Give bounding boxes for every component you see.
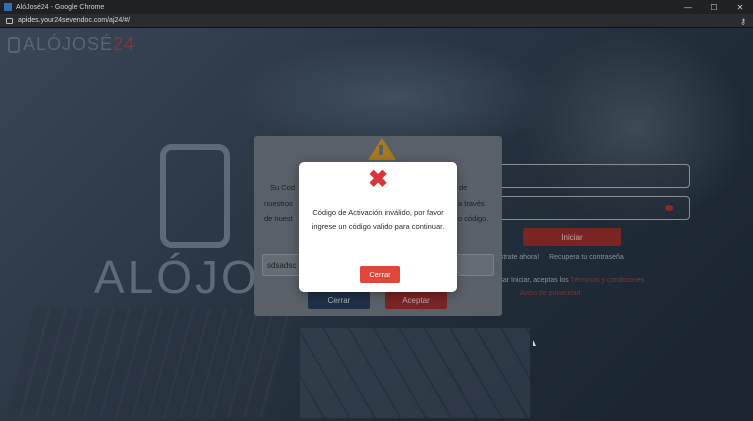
activation-text: nuestros [264,199,293,208]
browser-titlebar: AlóJosé24 - Google Chrome — ☐ ✕ [0,0,753,14]
minimize-button[interactable]: — [675,0,701,14]
close-window-button[interactable]: ✕ [727,0,753,14]
activation-accept-button[interactable]: Aceptar [385,291,447,309]
favicon-icon [4,3,12,11]
window-controls: — ☐ ✕ [675,0,753,14]
page-viewport: ALÓJOSÉ 24 ALÓJOSÉ Iniciar ...strate aho… [0,28,753,421]
terms-link[interactable]: Términos y condiciones [570,277,644,284]
activation-text: de nuest [264,214,293,223]
terms-prefix: ...lsar Iniciar, aceptas los [492,277,569,284]
address-bar[interactable]: apides.your24sevendoc.com/aj24/#/ ⚷ [0,14,753,28]
login-button[interactable]: Iniciar [523,228,621,246]
error-message: Código de Activación inválido, por favor… [311,208,445,231]
site-logo-text: ALÓJOSÉ [23,34,114,54]
username-input[interactable] [496,164,690,188]
error-dialog: ✖ Código de Activación inválido, por fav… [299,162,457,292]
site-logo: ALÓJOSÉ 24 [8,34,135,55]
warning-mark [379,145,383,155]
key-icon[interactable]: ⚷ [740,17,746,26]
lock-icon[interactable] [6,17,13,24]
privacy-link[interactable]: Aviso de privacidad [520,290,581,297]
background-keyboard [5,308,295,418]
activation-cancel-button[interactable]: Cerrar [308,291,370,309]
activation-text: o código. [458,214,489,223]
maximize-button[interactable]: ☐ [701,0,727,14]
site-logo-suffix: 24 [113,34,136,54]
password-input[interactable] [496,196,690,220]
eye-icon[interactable] [665,205,673,211]
recover-password-link[interactable]: Recupera tu contraseña [549,254,624,261]
login-links: ...strate ahora! Recupera tu contraseña [494,254,632,261]
stethoscope-icon [8,36,20,53]
activation-text: Su Cod [270,183,296,192]
error-x-icon: ✖ [367,166,389,193]
window-title: AlóJosé24 - Google Chrome [16,3,105,11]
background-hex-pattern [300,328,530,418]
terms-text: ...lsar Iniciar, aceptas los Términos y … [492,277,644,284]
url-text[interactable]: apides.your24sevendoc.com/aj24/#/ [18,17,130,24]
mouse-cursor-icon [533,340,536,346]
activation-text: a través [458,199,485,208]
error-close-button[interactable]: Cerrar [360,266,400,283]
stethoscope-logo-icon [160,144,230,248]
